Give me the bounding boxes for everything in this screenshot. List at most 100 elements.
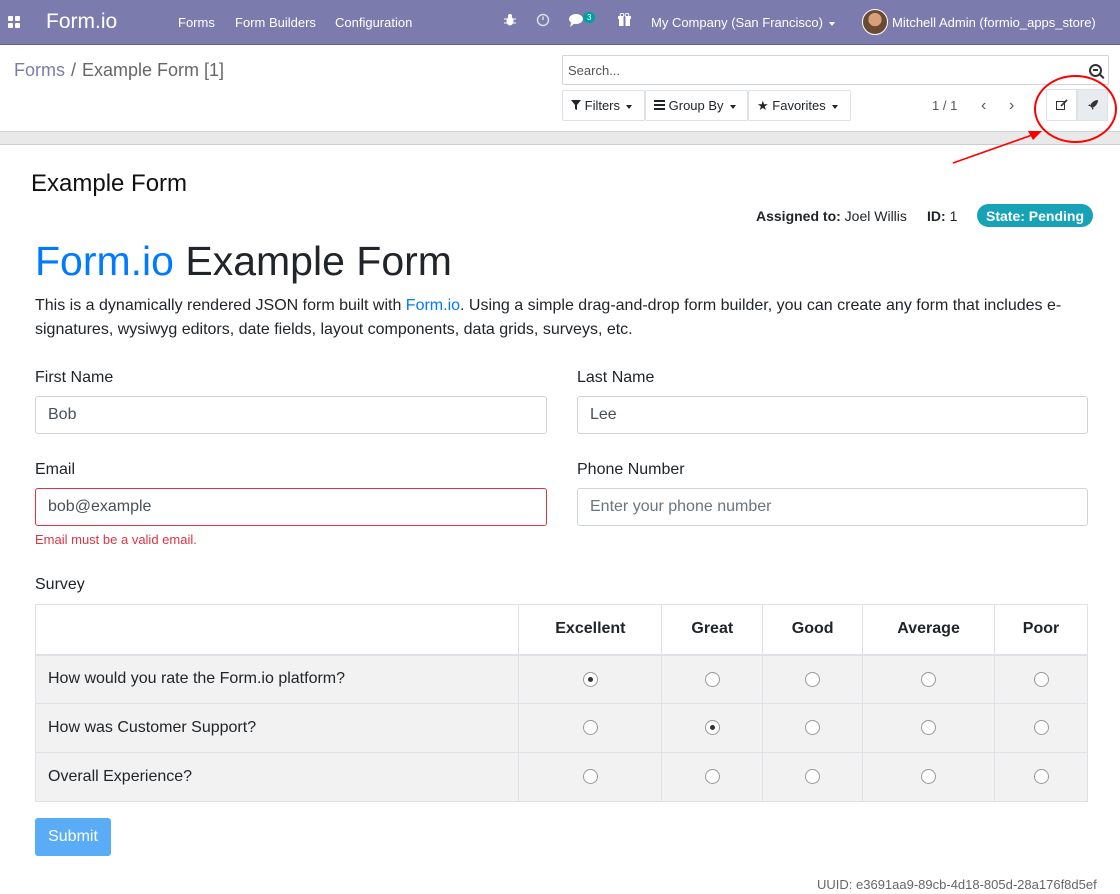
survey-cell	[661, 752, 764, 802]
groupby-label: Group By	[668, 98, 724, 113]
survey-radio-average[interactable]	[921, 769, 937, 785]
email-label: Email	[35, 461, 76, 478]
survey-radio-great[interactable]	[704, 671, 720, 687]
heading-text: Example Form	[185, 238, 452, 284]
intro-text-before: This is a dynamically rendered JSON form…	[35, 297, 406, 314]
survey-cell	[762, 654, 864, 704]
survey-row: Overall Experience?	[34, 752, 1088, 802]
survey-radio-excellent[interactable]	[582, 671, 598, 687]
record-title: Example Form	[31, 170, 188, 197]
messages-count-badge: 3	[583, 12, 596, 23]
groupby-button[interactable]: Group By	[645, 90, 748, 121]
filters-button[interactable]: Filters	[562, 90, 645, 121]
survey-radio-average[interactable]	[921, 671, 937, 687]
top-navbar: Form.io Forms Form Builders Configuratio…	[0, 0, 1120, 45]
chevron-down-icon	[626, 104, 633, 109]
debug-bug-icon[interactable]	[504, 13, 516, 30]
breadcrumb-separator: /	[71, 60, 77, 80]
survey-cell	[762, 752, 864, 802]
breadcrumb-current: Example Form [1]	[82, 60, 225, 80]
survey-cell	[661, 703, 764, 753]
annotation-arrow	[952, 131, 1042, 164]
record-id: ID: 1	[927, 208, 957, 224]
submit-button[interactable]: Submit	[35, 818, 111, 856]
chevron-down-icon	[831, 104, 838, 109]
survey-row: How would you rate the Form.io platform?	[34, 654, 1088, 704]
survey-cell	[994, 703, 1088, 753]
filters-label: Filters	[584, 98, 621, 113]
survey-question: Overall Experience?	[34, 752, 520, 802]
company-switcher[interactable]: My Company (San Francisco)	[651, 15, 835, 30]
record-uuid: UUID: e3691aa9-89cb-4d18-805d-28a176f8d5…	[817, 877, 1097, 892]
pager-value[interactable]: 1 / 1	[932, 98, 957, 113]
survey-cell	[862, 654, 996, 704]
survey-header-blank	[34, 604, 520, 656]
survey-radio-poor[interactable]	[1033, 720, 1049, 736]
breadcrumb-forms-link[interactable]: Forms	[14, 60, 65, 80]
survey-cell	[994, 654, 1088, 704]
star-icon: ★	[757, 98, 769, 113]
survey-radio-excellent[interactable]	[582, 720, 598, 736]
first-name-label: First Name	[35, 369, 114, 386]
status-badge: State: Pending	[977, 204, 1094, 227]
menu-form-builders[interactable]: Form Builders	[235, 15, 316, 30]
survey-col-header: Excellent	[518, 604, 663, 656]
survey-radio-average[interactable]	[921, 720, 937, 736]
survey-cell	[862, 752, 996, 802]
survey-radio-poor[interactable]	[1033, 769, 1049, 785]
survey-radio-excellent[interactable]	[582, 769, 598, 785]
assigned-to: Assigned to: Joel Willis	[756, 208, 907, 224]
user-name: Mitchell Admin (formio_apps_store)	[892, 15, 1096, 30]
survey-label: Survey	[35, 576, 85, 593]
survey-radio-great[interactable]	[704, 769, 720, 785]
apps-menu-icon[interactable]	[8, 16, 20, 28]
survey-question: How would you rate the Form.io platform?	[34, 654, 520, 704]
avatar[interactable]	[862, 9, 888, 35]
survey-radio-good[interactable]	[805, 671, 821, 687]
last-name-label: Last Name	[577, 369, 655, 386]
survey-radio-good[interactable]	[805, 769, 821, 785]
pager-previous-icon[interactable]: ‹	[981, 97, 986, 115]
phone-number-field[interactable]	[577, 488, 1088, 526]
assigned-label: Assigned to:	[756, 208, 841, 224]
control-panel: Forms/Example Form [1] Filters Group By …	[0, 45, 1120, 132]
survey-radio-great[interactable]	[704, 720, 720, 736]
activity-clock-icon[interactable]	[536, 13, 550, 30]
search-input[interactable]	[563, 56, 1063, 84]
user-menu[interactable]: Mitchell Admin (formio_apps_store)	[892, 15, 1096, 30]
survey-col-header: Poor	[994, 604, 1088, 656]
form-heading: Form.io Example Form	[35, 238, 452, 285]
survey-cell	[518, 654, 663, 704]
survey-cell	[994, 752, 1088, 802]
gift-icon[interactable]	[618, 12, 631, 30]
survey-radio-good[interactable]	[805, 720, 821, 736]
id-label: ID:	[927, 208, 946, 224]
id-value: 1	[949, 208, 958, 224]
annotation-circle	[1034, 75, 1117, 143]
list-icon	[654, 98, 665, 113]
survey-cell	[518, 752, 663, 802]
search-icon[interactable]	[1089, 64, 1102, 77]
heading-brand: Form.io	[35, 238, 174, 284]
formio-link[interactable]: Form.io	[406, 297, 460, 314]
survey-radio-poor[interactable]	[1033, 671, 1049, 687]
menu-forms[interactable]: Forms	[178, 15, 215, 30]
survey-col-header: Average	[862, 604, 996, 656]
survey-question: How was Customer Support?	[34, 703, 520, 753]
email-field[interactable]	[35, 488, 547, 526]
survey-header-row: Excellent Great Good Average Poor	[34, 604, 1088, 656]
intro-paragraph: This is a dynamically rendered JSON form…	[35, 294, 1085, 342]
favorites-label: Favorites	[772, 98, 826, 113]
first-name-field[interactable]	[35, 396, 547, 434]
last-name-field[interactable]	[577, 396, 1088, 434]
survey-cell	[862, 703, 996, 753]
menu-configuration[interactable]: Configuration	[335, 15, 412, 30]
favorites-button[interactable]: ★ Favorites	[748, 90, 851, 121]
pager-next-icon[interactable]: ›	[1009, 97, 1014, 115]
survey-cell	[762, 703, 864, 753]
survey-col-header: Great	[661, 604, 764, 656]
filter-icon	[571, 98, 581, 113]
chevron-down-icon	[729, 104, 736, 109]
app-brand[interactable]: Form.io	[46, 10, 117, 34]
survey-col-header: Good	[762, 604, 864, 656]
